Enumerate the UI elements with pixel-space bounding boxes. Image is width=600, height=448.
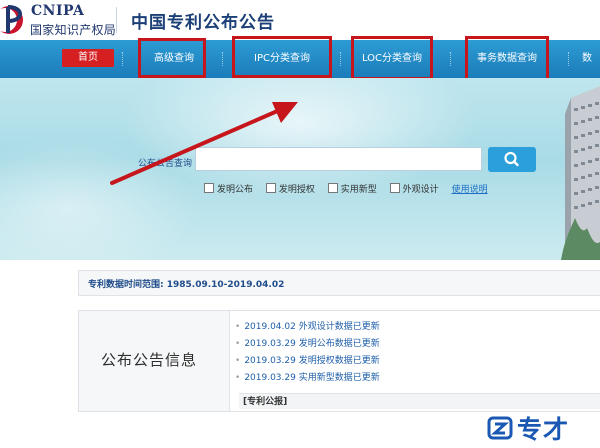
- news-list: • 2019.04.02 外观设计数据已更新 • 2019.03.29 发明公布数据…: [235, 319, 380, 387]
- news-text: 2019.03.29 实用新型数据已更新: [244, 373, 380, 383]
- building-image: [561, 86, 600, 260]
- list-item[interactable]: • 2019.04.02 外观设计数据已更新: [235, 319, 380, 336]
- news-text: 2019.03.29 发明公布数据已更新: [244, 339, 380, 349]
- bullet-icon: •: [235, 373, 241, 383]
- nav-data-truncated[interactable]: 数: [582, 40, 600, 78]
- cnipa-logo-icon: [0, 5, 23, 34]
- nav-separator: [568, 52, 569, 66]
- news-text: 2019.04.02 外观设计数据已更新: [244, 322, 380, 332]
- search-button[interactable]: [488, 147, 536, 172]
- bullet-icon: •: [235, 322, 241, 332]
- checkbox[interactable]: [327, 183, 338, 193]
- nav-advanced-search[interactable]: 高级查询: [142, 40, 206, 78]
- logo-chinese-name: 国家知识产权局: [30, 23, 117, 37]
- list-item[interactable]: • 2019.03.29 发明授权数据已更新: [235, 353, 380, 370]
- red-arrow-icon: [110, 102, 298, 185]
- list-item[interactable]: • 2019.03.29 实用新型数据已更新: [235, 370, 380, 387]
- announcement-title: 公布公告信息: [101, 351, 198, 369]
- watermark-text: 专才: [517, 415, 570, 444]
- nav-transaction-search[interactable]: 事务数据查询: [466, 40, 548, 78]
- nav-separator: [122, 52, 123, 66]
- nav-ipc-search[interactable]: IPC分类查询: [236, 40, 328, 78]
- filter-utility-model[interactable]: 实用新型: [327, 182, 377, 195]
- nav-separator: [450, 52, 451, 66]
- checkbox[interactable]: [389, 183, 400, 193]
- nav-home[interactable]: 首页: [62, 49, 114, 67]
- header: CNIPA 国家知识产权局 中国专利公布公告: [0, 0, 600, 40]
- header-divider: [116, 7, 117, 33]
- checkbox-label: 实用新型: [340, 185, 377, 195]
- checkbox-label: 外观设计: [402, 185, 439, 195]
- nav-separator: [340, 52, 341, 66]
- data-range-bar: 专利数据时间范围: 1985.09.10-2019.04.02: [78, 270, 600, 296]
- patent-gazette-tag[interactable]: [专利公报]: [239, 393, 600, 409]
- data-range-text: 专利数据时间范围: 1985.09.10-2019.04.02: [88, 280, 285, 290]
- news-text: 2019.03.29 发明授权数据已更新: [244, 356, 380, 366]
- magnifier-icon: [504, 151, 519, 167]
- main-nav: 首页 高级查询 IPC分类查询 LOC分类查询 事务数据查询 数: [0, 40, 600, 78]
- watermark-logo-icon: [487, 416, 513, 440]
- nav-separator: [222, 52, 223, 66]
- list-item[interactable]: • 2019.03.29 发明公布数据已更新: [235, 336, 380, 353]
- site-title: 中国专利公布公告: [131, 13, 275, 33]
- bullet-icon: •: [235, 356, 241, 366]
- nav-loc-search[interactable]: LOC分类查询: [354, 40, 430, 78]
- logo-english-name: CNIPA: [31, 3, 85, 19]
- usage-help-link[interactable]: 使用说明: [452, 185, 488, 195]
- announcement-heading-area: 公布公告信息: [79, 311, 230, 411]
- announcement-panel: 公布公告信息 • 2019.04.02 外观设计数据已更新 • 2019.03.29…: [78, 310, 600, 412]
- filter-design[interactable]: 外观设计: [389, 182, 439, 195]
- bullet-icon: •: [235, 339, 241, 349]
